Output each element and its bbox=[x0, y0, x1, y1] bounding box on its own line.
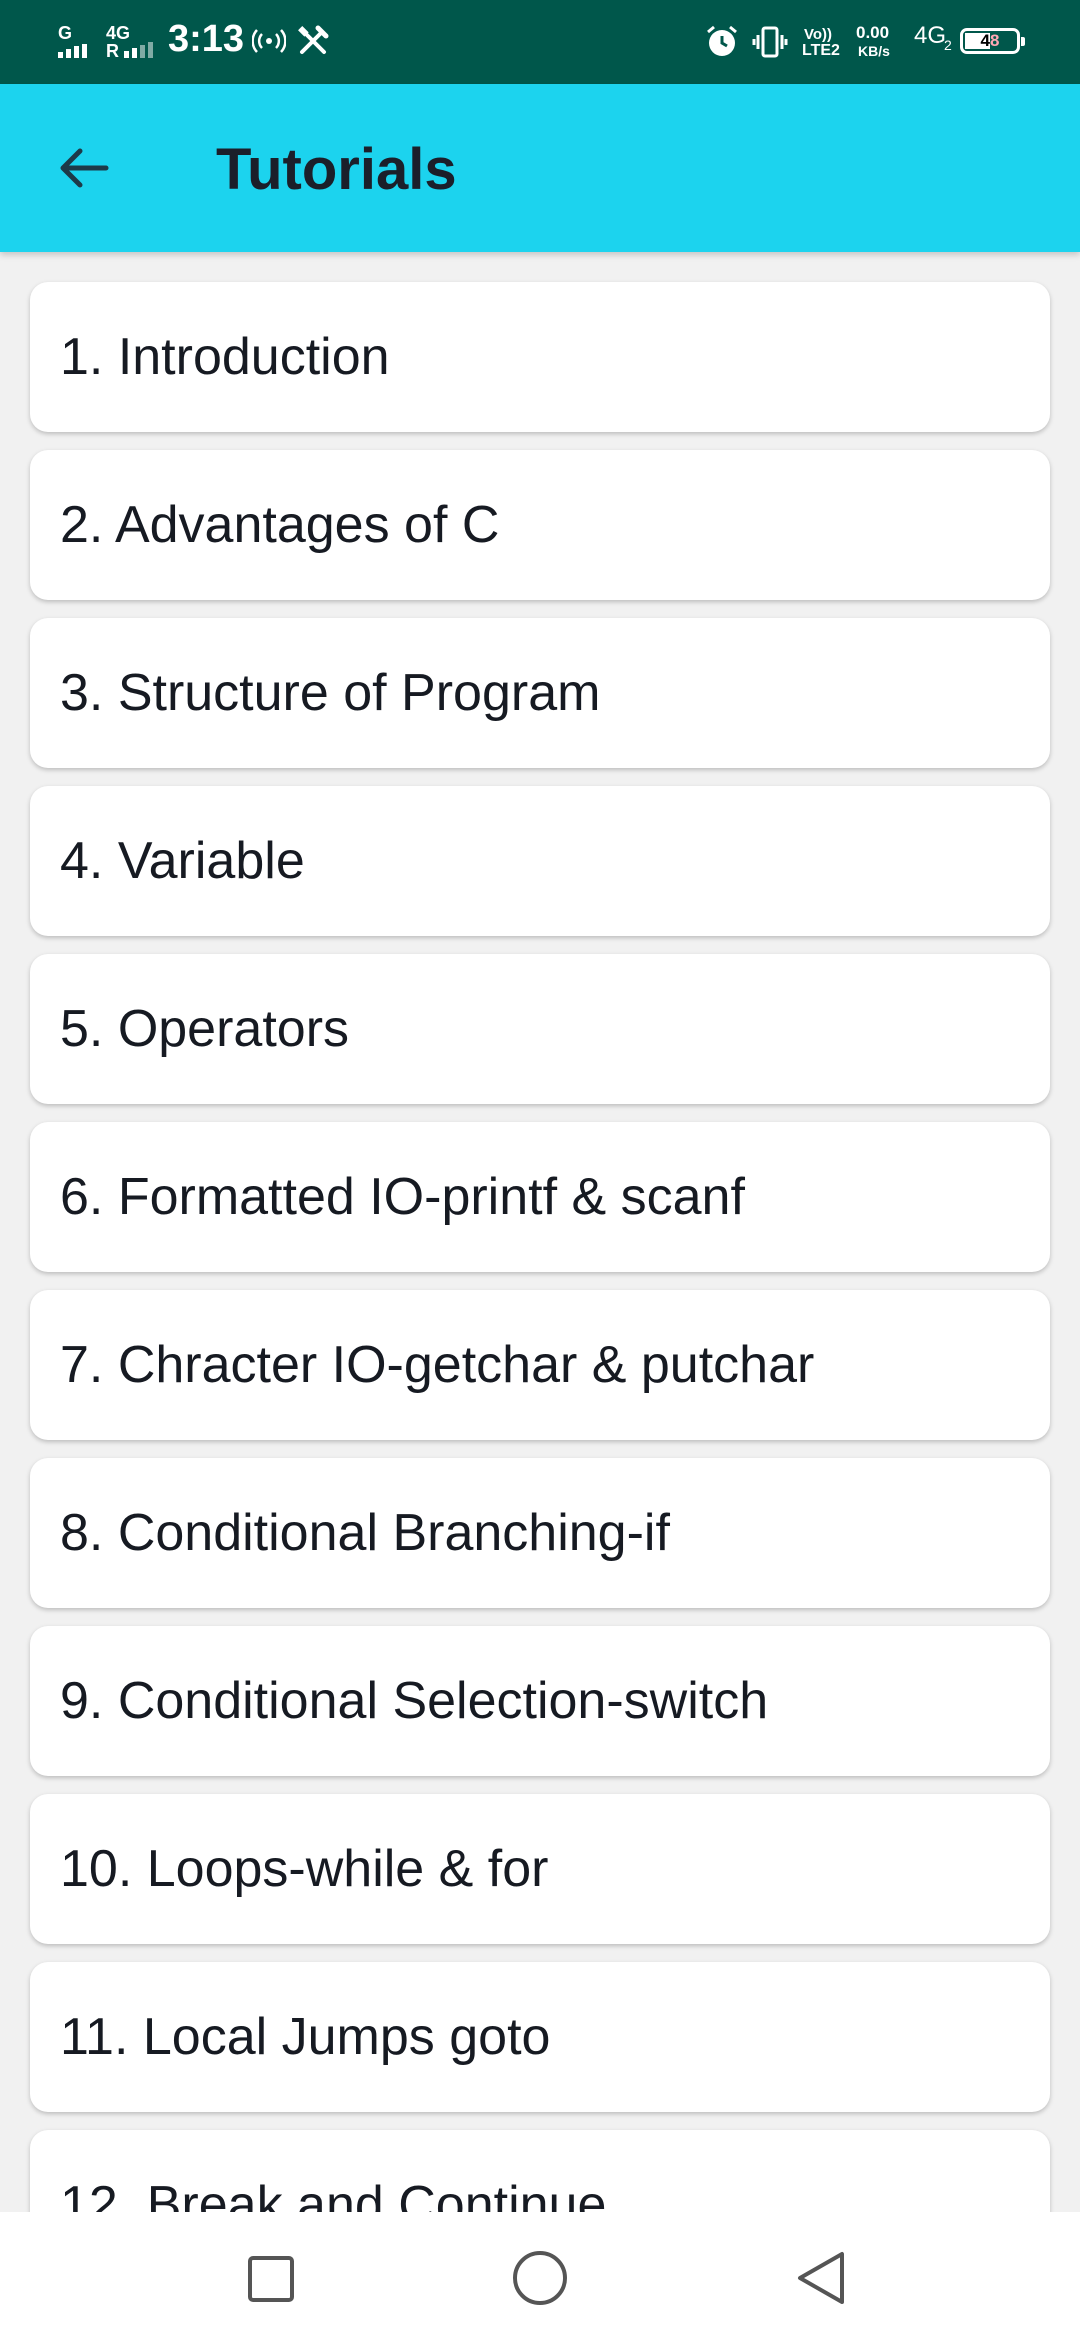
tutorial-item-label: 5. Operators bbox=[60, 1000, 350, 1058]
tutorial-item-goto[interactable]: 11. Local Jumps goto bbox=[30, 1962, 1050, 2112]
tutorial-item-formatted-io[interactable]: 6. Formatted IO-printf & scanf bbox=[30, 1122, 1050, 1272]
tutorial-item-label: 6. Formatted IO-printf & scanf bbox=[60, 1168, 745, 1226]
tutorial-item-label: 7. Chracter IO-getchar & putchar bbox=[60, 1336, 815, 1394]
status-bar: G 4G R 3:13 Vo)) LTE2 0.00 KB/s 4G 2 48 bbox=[0, 0, 1080, 84]
battery-level: 48 bbox=[980, 31, 1000, 50]
tutorial-item-label: 8. Conditional Branching-if bbox=[60, 1504, 670, 1562]
tutorial-item-label: 3. Structure of Program bbox=[60, 664, 601, 722]
back-button[interactable] bbox=[40, 124, 128, 212]
roaming-label: R bbox=[106, 41, 119, 61]
tools-icon bbox=[298, 25, 329, 54]
page-title: Tutorials bbox=[216, 137, 457, 202]
tutorial-item-break-continue[interactable]: 12. Break and Continue bbox=[30, 2130, 1050, 2212]
triangle-back-icon[interactable] bbox=[782, 2238, 862, 2318]
alarm-icon bbox=[707, 25, 737, 56]
tutorial-item-introduction[interactable]: 1. Introduction bbox=[30, 282, 1050, 432]
vibrate-icon bbox=[752, 26, 788, 58]
signal-strength-1-icon bbox=[58, 44, 87, 58]
hotspot-icon bbox=[252, 29, 286, 53]
battery-icon: 48 bbox=[960, 28, 1025, 54]
tutorial-item-label: 11. Local Jumps goto bbox=[60, 2008, 551, 2066]
tutorial-item-conditional-switch[interactable]: 9. Conditional Selection-switch bbox=[30, 1626, 1050, 1776]
signal-type-label: G bbox=[58, 23, 73, 43]
arrow-left-icon bbox=[60, 148, 109, 188]
tutorial-item-conditional-if[interactable]: 8. Conditional Branching-if bbox=[30, 1458, 1050, 1608]
tutorial-item-label: 10. Loops-while & for bbox=[60, 1840, 549, 1898]
circle-icon[interactable] bbox=[500, 2238, 580, 2318]
tutorial-item-label: 1. Introduction bbox=[60, 328, 390, 386]
tutorial-item-label: 2. Advantages of C bbox=[60, 496, 500, 554]
network-sim-label: 2 bbox=[944, 37, 952, 53]
signal-strength-2-icon bbox=[124, 42, 153, 58]
clock-time: 3:13 bbox=[168, 18, 245, 60]
square-icon[interactable] bbox=[230, 2238, 310, 2318]
navigation-bar bbox=[0, 2212, 1080, 2340]
tutorial-item-variable[interactable]: 4. Variable bbox=[30, 786, 1050, 936]
tutorial-list[interactable]: 1. Introduction 2. Advantages of C 3. St… bbox=[0, 252, 1080, 2212]
lte-label: LTE2 bbox=[802, 42, 840, 59]
tutorial-item-structure[interactable]: 3. Structure of Program bbox=[30, 618, 1050, 768]
tutorial-item-operators[interactable]: 5. Operators bbox=[30, 954, 1050, 1104]
tutorial-item-advantages[interactable]: 2. Advantages of C bbox=[30, 450, 1050, 600]
network-type-label: 4G bbox=[914, 22, 947, 49]
tutorial-item-label: 9. Conditional Selection-switch bbox=[60, 1672, 769, 1730]
tutorial-item-label: 4. Variable bbox=[60, 832, 305, 890]
tutorial-item-loops[interactable]: 10. Loops-while & for bbox=[30, 1794, 1050, 1944]
tutorial-item-label: 12. Break and Continue bbox=[60, 2176, 607, 2212]
data-speed-unit: KB/s bbox=[858, 43, 890, 59]
app-bar: Tutorials bbox=[0, 84, 1080, 252]
signal-network-label: 4G bbox=[106, 23, 131, 43]
data-speed-value: 0.00 bbox=[856, 23, 890, 42]
tutorial-item-character-io[interactable]: 7. Chracter IO-getchar & putchar bbox=[30, 1290, 1050, 1440]
